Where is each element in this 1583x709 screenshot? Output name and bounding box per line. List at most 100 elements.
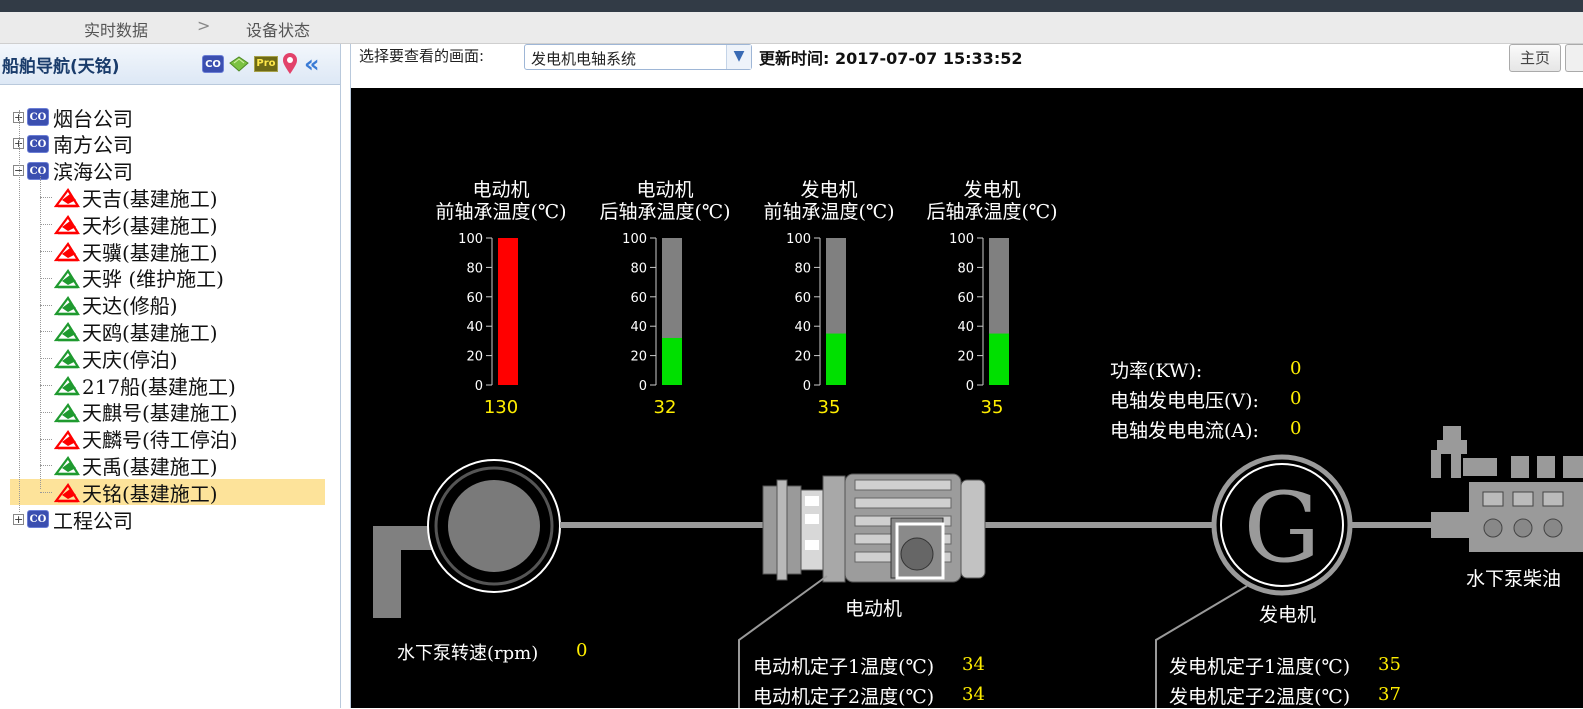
chevron-down-icon[interactable]: ▼ — [726, 45, 751, 69]
tree-guide-line — [19, 110, 20, 512]
pump-speed-value: 0 — [576, 640, 588, 661]
ship-icon — [54, 456, 80, 476]
co-icon[interactable]: CO — [202, 55, 224, 73]
top-bar — [0, 0, 1583, 12]
tree-company-2[interactable]: − CO 滨海公司 — [13, 158, 133, 184]
generator-label: 发电机 — [1259, 604, 1317, 626]
tree-ship-4[interactable]: 天杉(基建施工) — [40, 211, 218, 238]
ship-icon — [54, 376, 80, 396]
location-pin-icon[interactable] — [281, 52, 299, 76]
tree-item-label: 天达(修船) — [82, 294, 178, 319]
tree-connector — [40, 304, 52, 306]
tree-ship-10[interactable]: 217船(基建施工) — [40, 372, 236, 399]
tree-connector — [40, 492, 52, 494]
ship-icon — [54, 242, 80, 262]
tree-ship-6[interactable]: 天骅 (维护施工) — [40, 265, 224, 292]
generator-stator2-temp-value: 37 — [1378, 684, 1401, 705]
tree-connector — [40, 411, 52, 413]
motor-label: 电动机 — [845, 598, 903, 620]
ship-icon — [54, 483, 80, 503]
breadcrumb-device-status[interactable]: 设备状态 — [246, 17, 310, 41]
tree-connector — [40, 385, 52, 386]
diesel-engine-label: 水下泵柴油 — [1466, 568, 1562, 590]
tree-item-label: 天吉(基建施工) — [82, 186, 218, 211]
tree-connector — [40, 224, 52, 226]
voltage-label: 电轴发电电压(V): — [1110, 390, 1259, 412]
tree-ship-3[interactable]: 天吉(基建施工) — [40, 184, 218, 211]
pump-speed-label: 水下泵转速(rpm) — [397, 643, 539, 664]
motor-icon — [762, 473, 986, 583]
tree-item-label: 217船(基建施工) — [82, 374, 236, 399]
tree-item-label: 天杉(基建施工) — [82, 213, 218, 238]
ship-icon — [54, 268, 80, 289]
company-icon: CO — [27, 134, 49, 153]
motor-stator2-temp-value: 34 — [962, 684, 985, 705]
panel-toolbar: CO Pro « — [202, 52, 320, 76]
tree-ship-13[interactable]: 天禹(基建施工) — [40, 452, 218, 479]
tree-item-label: 天庆(停泊) — [82, 347, 178, 372]
ship-icon — [54, 429, 80, 449]
expand-icon[interactable]: + — [13, 513, 24, 525]
map-icon[interactable] — [227, 53, 251, 75]
voltage-value: 0 — [1290, 388, 1302, 409]
tree-connector — [40, 465, 52, 467]
breadcrumb-realtime-data[interactable]: 实时数据 — [84, 17, 148, 41]
power-value: 0 — [1290, 358, 1302, 379]
pump-icon — [373, 459, 561, 618]
generator-stator1-temp-value: 35 — [1378, 654, 1401, 675]
tree-item-label: 天骥(基建施工) — [82, 240, 218, 265]
generator-stator1-temp-label: 发电机定子1温度(℃) — [1169, 656, 1351, 678]
tree-item-label: 天禹(基建施工) — [82, 454, 218, 479]
tree-connector — [40, 197, 52, 199]
motor-stator1-temp-value: 34 — [962, 654, 985, 675]
tree-ship-8[interactable]: 天鸥(基建施工) — [40, 318, 218, 345]
tree-ship-12[interactable]: 天麟号(待工停泊) — [40, 426, 238, 452]
view-select-value: 发电机电轴系统 — [531, 50, 637, 68]
tree-item-label: 天骅 (维护施工) — [82, 267, 224, 292]
tree-item-label: 天铭(基建施工) — [82, 481, 218, 506]
more-button[interactable] — [1565, 44, 1583, 72]
tree-company-15[interactable]: + CO 工程公司 — [13, 506, 133, 533]
collapse-icon[interactable]: « — [304, 52, 320, 76]
home-button[interactable]: 主页 — [1509, 44, 1561, 72]
tree-ship-14[interactable]: 天铭(基建施工) — [10, 479, 325, 506]
ship-icon — [54, 322, 80, 342]
tree-connector — [40, 438, 52, 440]
company-icon: CO — [27, 161, 49, 180]
tree-ship-9[interactable]: 天庆(停泊) — [40, 345, 178, 372]
tree-company-1[interactable]: + CO 南方公司 — [13, 131, 133, 157]
tree-connector — [40, 331, 52, 333]
current-value: 0 — [1290, 418, 1302, 439]
tree-item-label: 工程公司 — [53, 508, 133, 533]
update-time: 更新时间: 2017-07-07 15:33:52 — [759, 49, 1023, 68]
ship-navigation-panel: 船舶导航(天铭) CO Pro « + CO 烟台公司 + CO 南方公司 − CO 滨海公司天… — [0, 44, 341, 708]
motor-stator1-temp-label: 电动机定子1温度(℃) — [753, 656, 935, 678]
ship-icon — [54, 215, 80, 235]
pro-icon[interactable]: Pro — [254, 56, 278, 72]
select-view-label: 选择要查看的画面: — [359, 47, 485, 65]
tree-ship-7[interactable]: 天达(修船) — [40, 292, 178, 319]
generator-icon: G — [1211, 454, 1353, 596]
equipment-diagram: G — [373, 426, 1583, 708]
ship-icon — [54, 402, 80, 423]
shaft-system-diagram: 电动机 前轴承温度(℃) 100 80 60 40 20 0 130 电动机 后轴承温度(℃) 100… — [350, 88, 1583, 708]
panel-title: 船舶导航(天铭) — [2, 57, 120, 77]
breadcrumb-separator: > — [197, 16, 211, 35]
tree-connector — [40, 277, 52, 279]
tree-company-0[interactable]: + CO 烟台公司 — [13, 104, 133, 131]
tree-connector — [40, 251, 52, 252]
tree-item-label: 烟台公司 — [53, 106, 133, 131]
view-select[interactable]: 发电机电轴系统 ▼ — [524, 44, 752, 70]
tree-item-label: 滨海公司 — [53, 160, 133, 185]
ship-icon — [54, 349, 80, 369]
breadcrumb: 实时数据 > 设备状态 — [0, 12, 1583, 44]
tree-ship-11[interactable]: 天麒号(基建施工) — [40, 399, 238, 425]
ship-icon — [54, 188, 80, 208]
power-label: 功率(KW): — [1110, 360, 1203, 382]
tree-ship-5[interactable]: 天骥(基建施工) — [40, 238, 218, 265]
panel-header: 船舶导航(天铭) CO Pro « — [0, 44, 340, 85]
tree-guide-line — [40, 175, 41, 490]
main-header: 选择要查看的画面: 发电机电轴系统 ▼ 更新时间: 2017-07-07 15:… — [350, 44, 1583, 89]
diesel-engine-icon — [1431, 426, 1583, 552]
ship-icon — [54, 295, 80, 315]
